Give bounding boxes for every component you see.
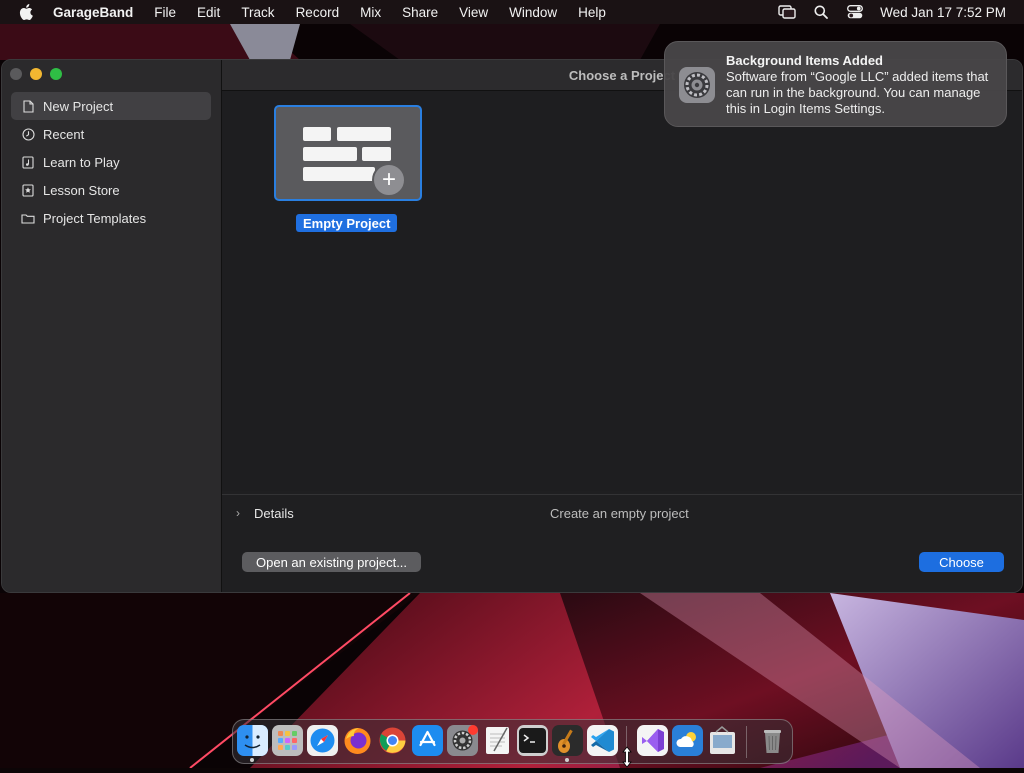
- notification-body: Software from “Google LLC” added items t…: [726, 69, 989, 116]
- project-chooser-window: New Project Recent Learn to Play Lesson …: [1, 59, 1023, 593]
- launchpad-icon[interactable]: [272, 725, 303, 756]
- menu-mix[interactable]: Mix: [360, 5, 381, 20]
- chevron-right-icon[interactable]: ›: [236, 506, 246, 520]
- system-settings-icon[interactable]: [447, 725, 478, 756]
- notification-banner[interactable]: Background Items Added Software from “Go…: [664, 41, 1007, 127]
- star-icon: [21, 183, 35, 197]
- tile-graphic-block: [303, 167, 375, 181]
- menu-share[interactable]: Share: [402, 5, 438, 20]
- system-settings-icon: [678, 66, 716, 104]
- search-icon[interactable]: [812, 4, 830, 20]
- sidebar-item-label: Recent: [43, 126, 85, 142]
- dock-separator: [746, 726, 747, 758]
- project-description: Create an empty project: [550, 505, 689, 521]
- menu-bar: GarageBand File Edit Track Record Mix Sh…: [0, 0, 1024, 24]
- preview-icon[interactable]: [707, 725, 738, 756]
- sidebar-item-label: Learn to Play: [43, 154, 120, 170]
- tile-graphic-block: [303, 127, 331, 141]
- menu-file[interactable]: File: [154, 5, 176, 20]
- sidebar-item-project-templates[interactable]: Project Templates: [11, 204, 211, 232]
- sidebar-item-new-project[interactable]: New Project: [11, 92, 211, 120]
- trash-icon[interactable]: [757, 725, 788, 756]
- firefox-icon[interactable]: [342, 725, 373, 756]
- textedit-icon[interactable]: [482, 725, 513, 756]
- details-bar: › Details Create an empty project: [222, 494, 1022, 532]
- window-title: Choose a Project: [568, 67, 676, 83]
- menu-edit[interactable]: Edit: [197, 5, 220, 20]
- sidebar-item-recent[interactable]: Recent: [11, 120, 211, 148]
- visual-studio-icon[interactable]: [637, 725, 668, 756]
- apple-menu-icon[interactable]: [19, 4, 35, 20]
- garageband-icon[interactable]: [552, 725, 583, 756]
- resize-cursor-icon: [621, 746, 633, 773]
- running-indicator: [565, 758, 569, 762]
- tile-graphic-block: [362, 147, 391, 161]
- choose-button[interactable]: Choose: [919, 552, 1004, 572]
- plus-icon: +: [372, 163, 406, 197]
- open-existing-project-button[interactable]: Open an existing project...: [242, 552, 422, 572]
- sidebar-item-lesson-store[interactable]: Lesson Store: [11, 176, 211, 204]
- tile-graphic-block: [303, 147, 357, 161]
- menu-help[interactable]: Help: [578, 5, 606, 20]
- sidebar-list: New Project Recent Learn to Play Lesson …: [11, 92, 211, 232]
- notification-title: Background Items Added: [726, 53, 883, 68]
- menu-view[interactable]: View: [459, 5, 488, 20]
- menu-app-name[interactable]: GarageBand: [53, 5, 133, 20]
- sidebar-item-label: New Project: [43, 98, 114, 114]
- sidebar: New Project Recent Learn to Play Lesson …: [2, 60, 222, 592]
- sidebar-item-learn-to-play[interactable]: Learn to Play: [11, 148, 211, 176]
- menubar-clock[interactable]: Wed Jan 17 7:52 PM: [880, 5, 1006, 20]
- project-grid: + Empty Project: [222, 91, 1022, 491]
- sidebar-item-label: Project Templates: [43, 210, 147, 226]
- menu-record[interactable]: Record: [296, 5, 340, 20]
- document-icon: [21, 99, 35, 113]
- terminal-icon[interactable]: [517, 725, 548, 756]
- empty-project-label[interactable]: Empty Project: [296, 214, 398, 232]
- weather-icon[interactable]: [672, 725, 703, 756]
- empty-project-tile[interactable]: +: [274, 105, 422, 201]
- maximize-window-button[interactable]: [50, 68, 62, 80]
- clock-icon: [21, 127, 35, 141]
- music-book-icon: [21, 155, 35, 169]
- details-disclosure[interactable]: Details: [254, 506, 294, 521]
- vscode-icon[interactable]: [587, 725, 618, 756]
- safari-icon[interactable]: [307, 725, 338, 756]
- bottom-bar: Open an existing project... Choose: [222, 531, 1022, 592]
- window-controls: [10, 68, 62, 80]
- minimize-window-button[interactable]: [30, 68, 42, 80]
- screen-mirroring-icon[interactable]: [778, 4, 796, 20]
- control-center-icon[interactable]: [846, 4, 864, 20]
- finder-icon[interactable]: [237, 725, 268, 756]
- sidebar-item-label: Lesson Store: [43, 182, 120, 198]
- menu-window[interactable]: Window: [509, 5, 557, 20]
- tile-graphic-block: [337, 127, 391, 141]
- dock: [232, 719, 793, 764]
- chrome-icon[interactable]: [377, 725, 408, 756]
- folder-icon: [21, 211, 35, 225]
- menu-track[interactable]: Track: [241, 5, 274, 20]
- app-store-icon[interactable]: [412, 725, 443, 756]
- close-window-button[interactable]: [10, 68, 22, 80]
- running-indicator: [250, 758, 254, 762]
